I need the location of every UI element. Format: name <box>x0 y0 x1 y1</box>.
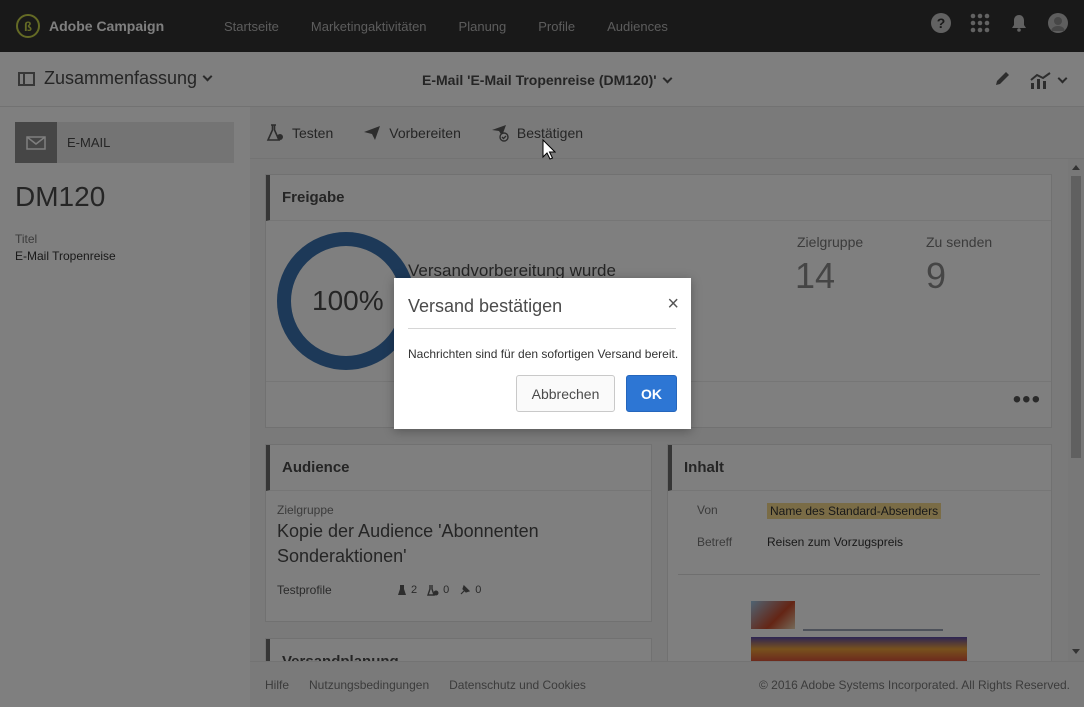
confirm-send-dialog: Versand bestätigen × Nachrichten sind fü… <box>394 278 691 429</box>
ok-button[interactable]: OK <box>626 375 677 412</box>
dialog-title: Versand bestätigen <box>408 296 563 316</box>
mouse-cursor-icon <box>542 139 556 160</box>
dialog-message: Nachrichten sind für den sofortigen Vers… <box>408 347 679 361</box>
close-icon[interactable]: × <box>667 294 679 314</box>
cancel-button[interactable]: Abbrechen <box>516 375 615 412</box>
dialog-divider <box>408 328 676 329</box>
